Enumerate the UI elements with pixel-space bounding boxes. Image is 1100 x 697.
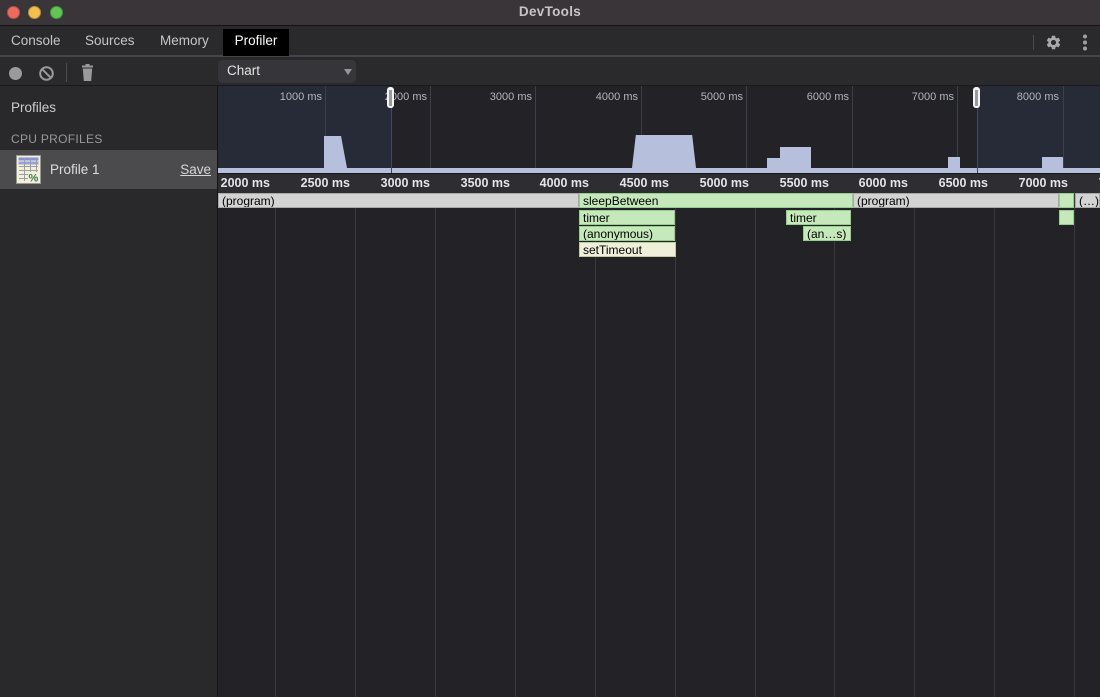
svg-text:%: %: [29, 173, 39, 185]
